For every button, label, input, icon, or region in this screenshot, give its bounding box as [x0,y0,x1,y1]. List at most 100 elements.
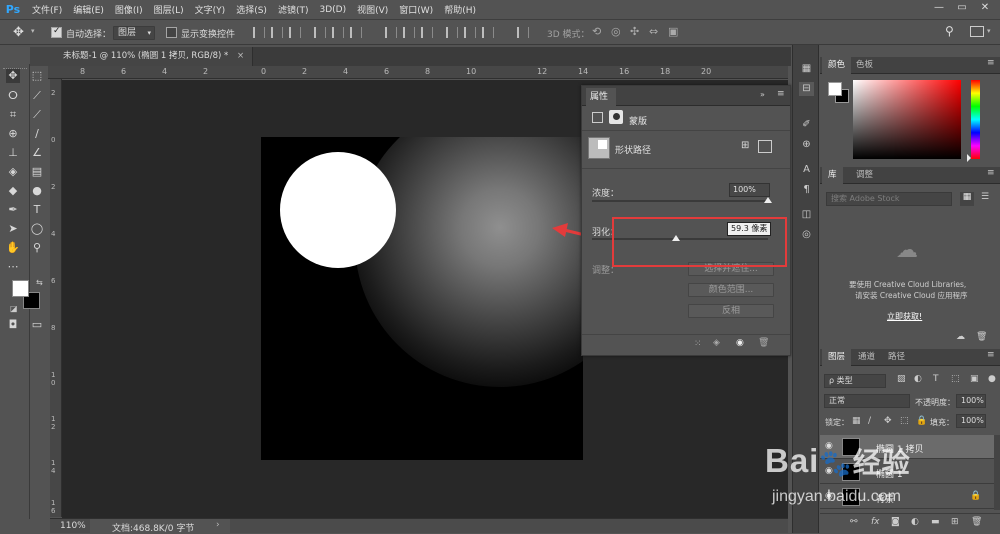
panel-menu-icon[interactable]: ≡ [987,58,995,68]
add-mask-icon[interactable]: ◙ [891,517,900,527]
tab-layers[interactable]: 图层 [822,349,852,366]
brush-tool-icon[interactable]: ∕ [30,127,44,141]
path-select-tool-icon[interactable]: ➤ [6,222,20,236]
align-right-icon[interactable] [350,27,362,38]
close-tab-icon[interactable]: × [237,51,244,61]
lock-transparent-icon[interactable]: ▦ [852,416,861,426]
lock-position-icon[interactable]: ✥ [884,416,892,426]
stamp-tool-icon[interactable]: ⊥ [6,146,20,160]
cc-sync-icon[interactable]: ☁ [956,332,965,342]
gradient-tool-icon[interactable]: ▤ [30,165,44,179]
density-input[interactable]: 100% [729,183,770,197]
apply-mask-icon[interactable] [758,140,772,153]
tab-adjustments[interactable]: 调整 [850,167,879,184]
menu-window[interactable]: 窗口(W) [399,3,433,16]
zoom-level[interactable]: 110% [60,521,86,531]
3d-panel-icon[interactable]: ◎ [799,228,814,242]
3d-roll-icon[interactable]: ◎ [611,25,621,38]
get-now-link[interactable]: 立即获取! [887,311,922,322]
color-range-button[interactable]: 颜色范围... [688,283,774,297]
new-layer-icon[interactable]: ⊞ [951,517,959,527]
collapse-icon[interactable]: » [760,90,765,99]
menu-help[interactable]: 帮助(H) [444,3,476,16]
brush-panel-icon[interactable]: ✐ [799,118,814,132]
hand-tool-icon[interactable]: ✋ [6,241,20,255]
distribute-bottom-icon[interactable] [421,27,433,38]
menu-type[interactable]: 文字(Y) [195,3,226,16]
restore-icon[interactable]: ▭ [953,2,971,18]
type-tool-icon[interactable]: T [30,203,44,217]
3d-drag-icon[interactable]: ✣ [630,25,639,38]
workspace-icon[interactable] [970,26,984,37]
search-icon[interactable]: ⚲ [945,24,954,38]
crop-tool-icon[interactable]: ⌗ [6,108,20,122]
align-left-icon[interactable] [314,27,326,38]
close-window-icon[interactable]: ✕ [976,2,994,18]
minimize-icon[interactable]: — [930,2,948,18]
distribute-vcenter-icon[interactable] [403,27,415,38]
move-tool-icon[interactable]: ✥ [6,69,20,83]
apply-icon[interactable]: ◈ [713,338,720,348]
auto-align-icon[interactable] [517,27,529,38]
3d-scale-icon[interactable]: ▣ [668,25,678,38]
visibility-eye-icon[interactable]: ◉ [736,338,744,348]
show-transform-checkbox[interactable] [166,27,177,38]
layers-scrollbar[interactable] [994,435,1000,510]
chevron-down-icon[interactable]: ▾ [31,27,35,35]
opacity-input[interactable]: 100% [956,394,986,408]
menu-image[interactable]: 图像(I) [115,3,143,16]
properties-panel-icon[interactable]: ⊟ [799,82,814,96]
tab-libraries[interactable]: 库 [822,167,843,184]
distribute-left-icon[interactable] [446,27,458,38]
make-selection-icon[interactable]: ⁙ [694,339,702,349]
menu-select[interactable]: 选择(S) [236,3,267,16]
align-bottom-icon[interactable] [289,27,301,38]
link-layers-icon[interactable]: ⚯ [850,517,858,527]
ellipse-tool-icon[interactable]: ◯ [30,222,44,236]
tab-properties[interactable]: 属性 [586,88,616,106]
default-colors-icon[interactable]: ◪ [10,304,18,313]
auto-select-dropdown[interactable]: 图层 ▾ [113,26,155,40]
quick-mask-icon[interactable]: ◘ [6,318,20,332]
lock-pixels-icon[interactable]: ∕ [868,416,871,426]
load-selection-icon[interactable]: ⊞ [741,140,755,153]
swap-colors-icon[interactable]: ⇆ [36,278,43,287]
distribute-hcenter-icon[interactable] [464,27,476,38]
foreground-color-chip[interactable] [828,82,842,96]
chevron-down-icon[interactable]: ▾ [987,27,991,35]
more-tools-icon[interactable]: ⋯ [6,260,20,274]
menu-edit[interactable]: 编辑(E) [73,3,104,16]
tab-swatches[interactable]: 色板 [850,57,879,74]
layer-style-icon[interactable]: fx [871,517,880,527]
screen-mode-icon[interactable]: ▭ [30,318,44,332]
filter-shape-icon[interactable]: ⬚ [951,374,960,384]
delete-layer-icon[interactable]: 🗑 [971,517,982,527]
move-tool-icon[interactable]: ✥ [13,25,29,41]
panel-menu-icon[interactable]: ≡ [987,168,995,178]
vector-mask-icon[interactable] [609,110,623,124]
pen-tool-icon[interactable]: ✒ [6,203,20,217]
new-group-icon[interactable]: ▬ [931,517,940,527]
blur-tool-icon[interactable]: ◆ [6,184,20,198]
grid-view-icon[interactable]: ▦ [960,192,974,206]
3d-rotate-icon[interactable]: ⟲ [592,25,601,38]
tab-channels[interactable]: 通道 [852,349,881,366]
filter-adjust-icon[interactable]: ◐ [914,374,922,384]
pixel-mask-icon[interactable] [592,112,603,123]
adjustment-layer-icon[interactable]: ◐ [911,517,919,527]
fill-input[interactable]: 100% [956,414,986,428]
history-brush-icon[interactable]: ∠ [30,146,44,160]
zoom-tool-icon[interactable]: ⚲ [30,241,44,255]
auto-select-checkbox[interactable]: ✓ [51,26,62,38]
distribute-right-icon[interactable] [482,27,494,38]
layer-filter-dropdown[interactable]: ρ 类型 [824,374,886,388]
filter-toggle-icon[interactable]: ● [988,374,996,384]
quick-select-tool-icon[interactable]: ⟋ [30,89,44,103]
blend-mode-dropdown[interactable]: 正常 [824,394,910,408]
menu-filter[interactable]: 滤镜(T) [278,3,309,16]
doc-info-box[interactable]: 文档:468.8K/0 字节 [90,519,230,534]
density-slider[interactable] [592,200,768,202]
tab-paths[interactable]: 路径 [882,349,911,366]
library-dropdown[interactable]: 搜索 Adobe Stock [826,192,952,206]
status-menu-icon[interactable]: › [216,520,220,530]
